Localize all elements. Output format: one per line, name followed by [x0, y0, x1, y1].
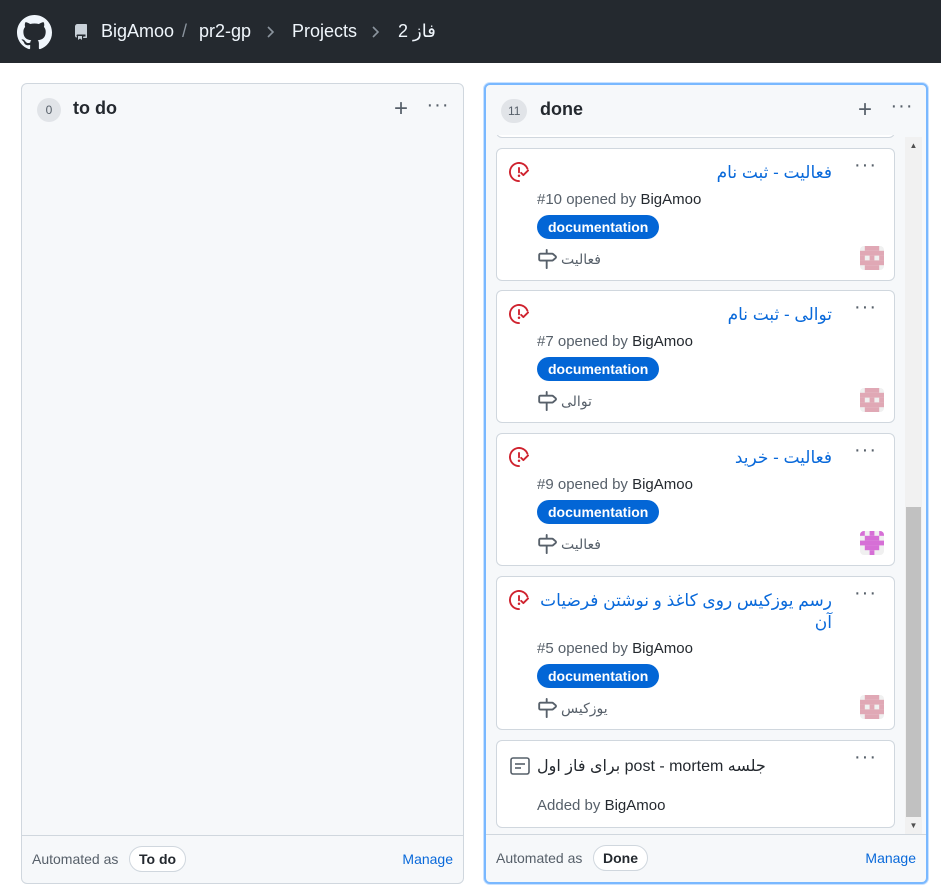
label-documentation[interactable]: documentation [537, 215, 660, 239]
add-card-plus-icon[interactable]: + [390, 97, 412, 121]
issue-card[interactable]: فعالیت - ثبت نام ··· #10 opened by BigAm… [496, 148, 895, 281]
issue-title-link[interactable]: رسم یوزکیس روی کاغذ و نوشتن فرضیات آن [537, 590, 832, 634]
card-menu-kebab-icon[interactable]: ··· [854, 440, 877, 460]
milestone-icon [538, 249, 557, 269]
issue-closed-icon [509, 162, 529, 182]
chevron-right-icon [372, 26, 380, 38]
card-menu-kebab-icon[interactable]: ··· [854, 747, 877, 767]
card-count-badge: 0 [37, 98, 61, 122]
note-meta: Added by BigAmoo [537, 797, 665, 814]
label-documentation[interactable]: documentation [537, 357, 660, 381]
milestone-link[interactable]: فعالیت [561, 536, 601, 553]
card-menu-kebab-icon[interactable]: ··· [854, 297, 877, 317]
breadcrumb-repo[interactable]: pr2-gp [199, 21, 251, 42]
manage-automation-link[interactable]: Manage [402, 851, 453, 867]
column-title: to do [73, 98, 117, 118]
issue-author-link[interactable]: BigAmoo [632, 476, 693, 493]
label-documentation[interactable]: documentation [537, 664, 660, 688]
breadcrumb-projects[interactable]: Projects [292, 21, 357, 42]
issue-number: #9 opened by [537, 476, 628, 493]
issue-title-link[interactable]: توالی - ثبت نام [537, 304, 832, 326]
breadcrumb-owner[interactable]: BigAmoo [101, 21, 174, 42]
issue-meta: #5 opened by BigAmoo [537, 640, 693, 657]
issue-author-link[interactable]: BigAmoo [632, 640, 693, 657]
card-menu-kebab-icon[interactable]: ··· [854, 583, 877, 603]
manage-automation-link[interactable]: Manage [865, 850, 916, 866]
added-by-label: Added by [537, 797, 601, 814]
add-card-plus-icon[interactable]: + [854, 98, 876, 122]
milestone-icon [538, 698, 557, 718]
scroll-up-arrow-icon[interactable]: ▲ [905, 137, 922, 154]
issue-title-link[interactable]: فعالیت - ثبت نام [537, 162, 832, 184]
milestone-icon [538, 391, 557, 411]
automation-preset-badge[interactable]: To do [129, 846, 187, 872]
column-menu-kebab-icon[interactable]: ··· [890, 96, 914, 121]
issue-card-partial[interactable] [496, 135, 895, 138]
issue-number: #7 opened by [537, 333, 628, 350]
note-icon [510, 757, 530, 775]
column-footer: Automated as Done Manage [486, 834, 926, 882]
issue-number: #5 opened by [537, 640, 628, 657]
assignee-avatar[interactable] [860, 695, 884, 719]
cards-list[interactable]: فعالیت - ثبت نام ··· #10 opened by BigAm… [496, 135, 897, 832]
issue-closed-icon [509, 590, 529, 610]
issue-closed-icon [509, 447, 529, 467]
assignee-avatar[interactable] [860, 531, 884, 555]
column-title: done [540, 99, 583, 119]
label-documentation[interactable]: documentation [537, 500, 660, 524]
issue-title-link[interactable]: فعالیت - خرید [537, 447, 832, 469]
card-menu-kebab-icon[interactable]: ··· [854, 155, 877, 175]
issue-author-link[interactable]: BigAmoo [640, 191, 701, 208]
issue-card[interactable]: رسم یوزکیس روی کاغذ و نوشتن فرضیات آن ··… [496, 576, 895, 730]
note-author-link[interactable]: BigAmoo [605, 797, 666, 814]
milestone-link[interactable]: فعالیت [561, 251, 601, 268]
assignee-avatar[interactable] [860, 388, 884, 412]
column-menu-kebab-icon[interactable]: ··· [426, 95, 450, 120]
issue-number: #10 opened by [537, 191, 637, 208]
cards-scrollbar[interactable]: ▲ ▼ [905, 137, 922, 834]
automation-preset-badge[interactable]: Done [593, 845, 648, 871]
automated-as-label: Automated as [32, 851, 119, 867]
issue-card[interactable]: توالی - ثبت نام ··· #7 opened by BigAmoo… [496, 290, 895, 423]
milestone-link[interactable]: یوزکیس [561, 700, 608, 717]
note-card[interactable]: جلسه post - mortem برای فاز اول ··· Adde… [496, 740, 895, 828]
issue-meta: #7 opened by BigAmoo [537, 333, 693, 350]
card-count-badge: 11 [501, 99, 528, 123]
column-footer: Automated as To do Manage [22, 835, 463, 883]
scroll-down-arrow-icon[interactable]: ▼ [905, 817, 922, 834]
breadcrumb-separator: / [182, 21, 188, 41]
automated-as-label: Automated as [496, 850, 583, 866]
column-done: 11 done + ··· فعالیت - ثبت نام ··· #10 o… [484, 83, 928, 884]
issue-meta: #10 opened by BigAmoo [537, 191, 701, 208]
chevron-right-icon [267, 26, 275, 38]
issue-card[interactable]: فعالیت - خرید ··· #9 opened by BigAmoo d… [496, 433, 895, 566]
scrollbar-thumb[interactable] [906, 507, 921, 817]
assignee-avatar[interactable] [860, 246, 884, 270]
note-text: جلسه post - mortem برای فاز اول [537, 758, 766, 775]
breadcrumb-project-name[interactable]: فاز 2 [398, 21, 436, 42]
column-header: 0 to do + ··· [22, 84, 463, 136]
column-header: 11 done + ··· [486, 85, 926, 137]
milestone-icon [538, 534, 557, 554]
repo-icon [75, 24, 87, 40]
top-header: BigAmoo / pr2-gp Projects فاز 2 [0, 0, 941, 63]
milestone-link[interactable]: توالی [561, 393, 592, 410]
issue-closed-icon [509, 304, 529, 324]
issue-author-link[interactable]: BigAmoo [632, 333, 693, 350]
column-todo: 0 to do + ··· Automated as To do Manage [21, 83, 464, 884]
github-mark-icon[interactable] [17, 15, 52, 50]
issue-meta: #9 opened by BigAmoo [537, 476, 693, 493]
